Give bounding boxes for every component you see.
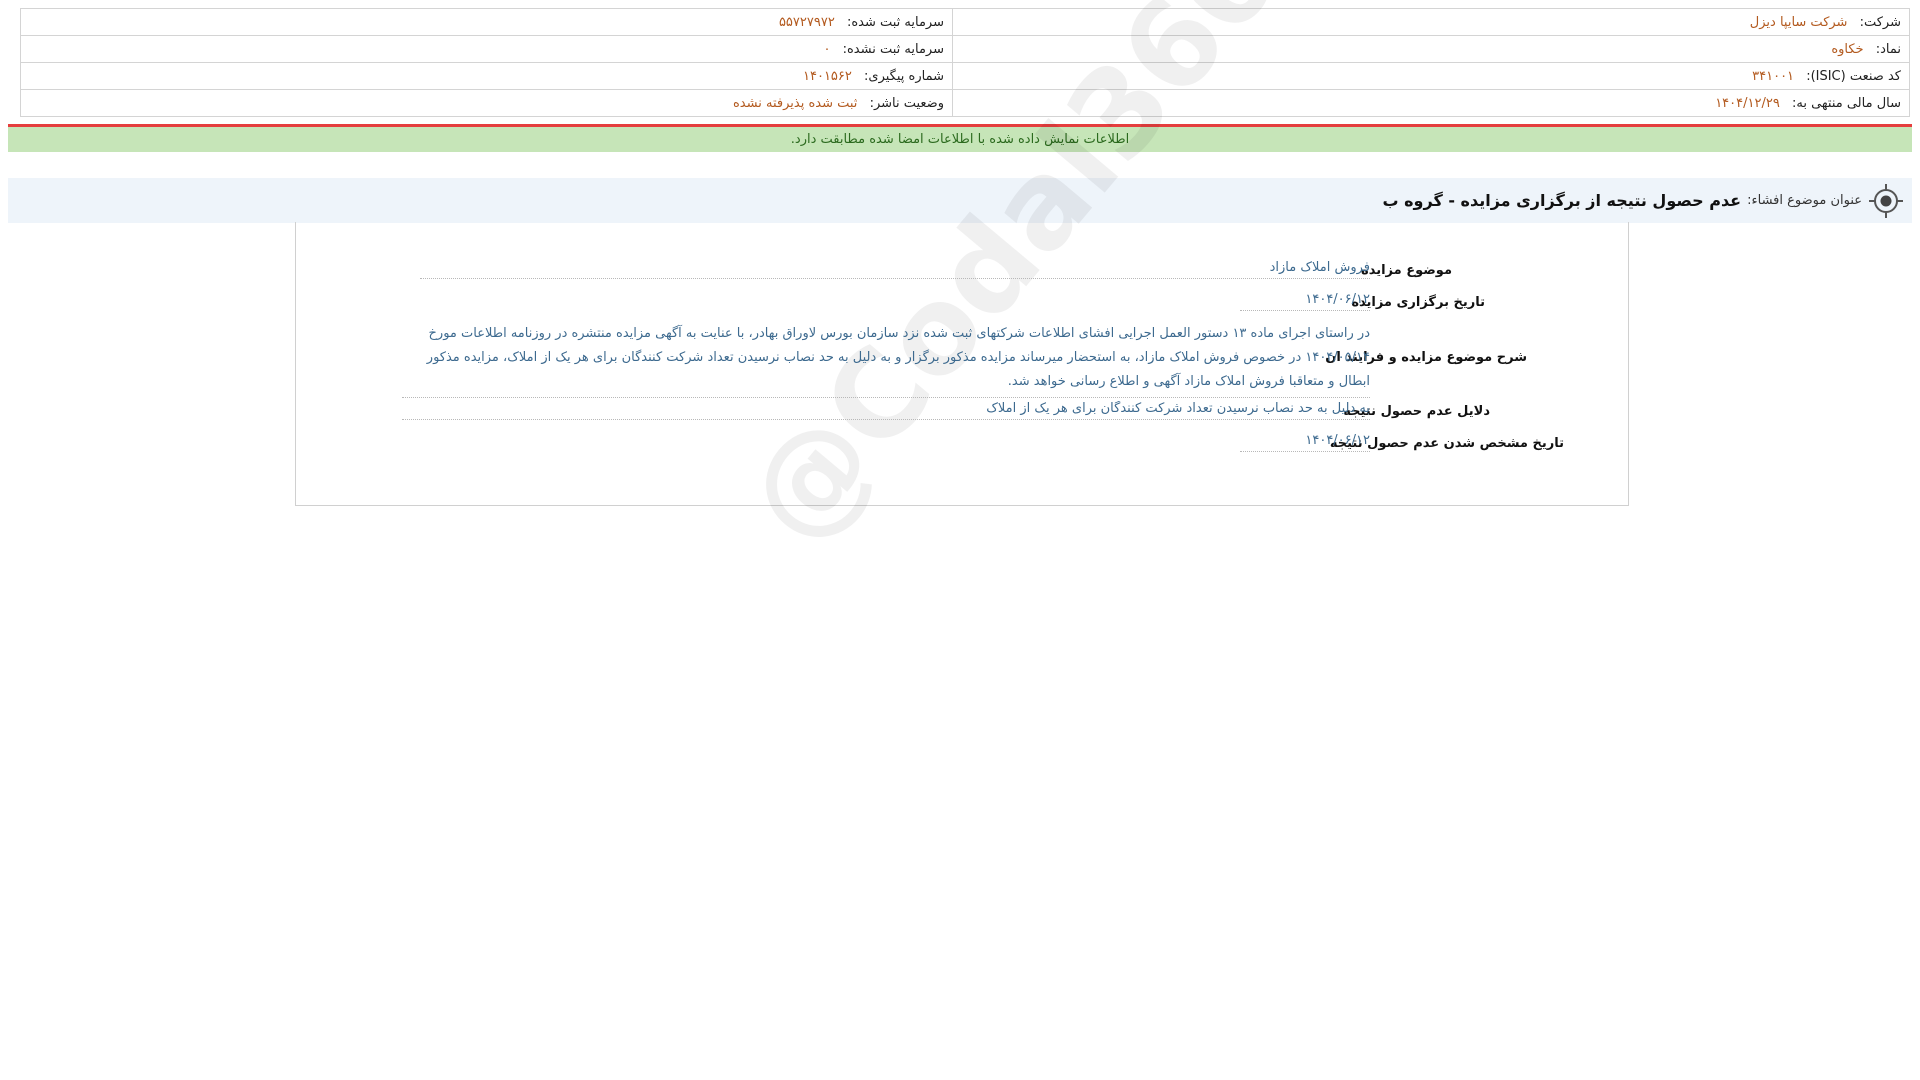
auction-description-value: در راستای اجرای ماده ۱۳ دستور العمل اجرا… — [402, 322, 1370, 398]
tracking-number-value: ۱۴۰۱۵۶۲ — [803, 68, 852, 84]
fiscal-year-value: ۱۴۰۴/۱۲/۲۹ — [1715, 95, 1780, 111]
tracking-number-cell: شماره پیگیری: ۱۴۰۱۵۶۲ — [20, 62, 953, 90]
company-label: شرکت: — [1859, 14, 1901, 30]
tracking-number-label: شماره پیگیری: — [864, 68, 944, 84]
fiscal-year-cell: سال مالی منتهی به: ۱۴۰۴/۱۲/۲۹ — [952, 89, 1910, 117]
result-date-value: ۱۴۰۴/۰۶/۱۲ — [1240, 433, 1370, 452]
auction-date-label: تاریخ برگزاری مزایده — [1351, 295, 1485, 310]
disclosure-title-value: عدم حصول نتیجه از برگزاری مزایده - گروه … — [1382, 191, 1742, 210]
company-cell: شرکت: شرکت سایپا دیزل — [952, 8, 1910, 36]
verification-banner: اطلاعات نمایش داده شده با اطلاعات امضا ش… — [8, 127, 1912, 152]
unregistered-capital-cell: سرمایه ثبت نشده: ۰ — [20, 35, 953, 63]
isic-cell: کد صنعت (ISIC): ۳۴۱۰۰۱ — [952, 62, 1910, 90]
isic-value: ۳۴۱۰۰۱ — [1752, 68, 1795, 84]
disclosure-title-label: عنوان موضوع افشاء: — [1747, 193, 1862, 208]
registered-capital-label: سرمایه ثبت شده: — [846, 14, 944, 30]
unregistered-capital-label: سرمایه ثبت نشده: — [842, 41, 944, 57]
failure-reasons-value: به دلیل به حد نصاب نرسیدن تعداد شرکت کنن… — [402, 401, 1370, 420]
symbol-value: خکاوه — [1831, 41, 1864, 57]
unregistered-capital-value: ۰ — [823, 41, 831, 57]
target-icon — [1869, 183, 1903, 218]
isic-label: کد صنعت (ISIC): — [1806, 68, 1901, 84]
fiscal-year-label: سال مالی منتهی به: — [1791, 95, 1901, 111]
registered-capital-value: ۵۵۷۲۷۹۷۲ — [778, 14, 835, 30]
auction-subject-value: فروش املاک مازاد — [420, 260, 1370, 279]
auction-date-value: ۱۴۰۴/۰۶/۱۲ — [1240, 292, 1370, 311]
disclosure-title-bar: عنوان موضوع افشاء: عدم حصول نتیجه از برگ… — [8, 178, 1912, 223]
company-value: شرکت سایپا دیزل — [1749, 14, 1848, 30]
symbol-label: نماد: — [1875, 41, 1901, 57]
publisher-status-label: وضعیت ناشر: — [869, 95, 944, 111]
company-info-table: شرکت: شرکت سایپا دیزل سرمایه ثبت شده: ۵۵… — [20, 8, 1910, 117]
symbol-cell: نماد: خکاوه — [952, 35, 1910, 63]
publisher-status-cell: وضعیت ناشر: ثبت شده پذیرفته نشده — [20, 89, 953, 117]
auction-subject-label: موضوع مزایده — [1361, 263, 1452, 278]
publisher-status-value: ثبت شده پذیرفته نشده — [733, 95, 858, 111]
registered-capital-cell: سرمایه ثبت شده: ۵۵۷۲۷۹۷۲ — [20, 8, 953, 36]
